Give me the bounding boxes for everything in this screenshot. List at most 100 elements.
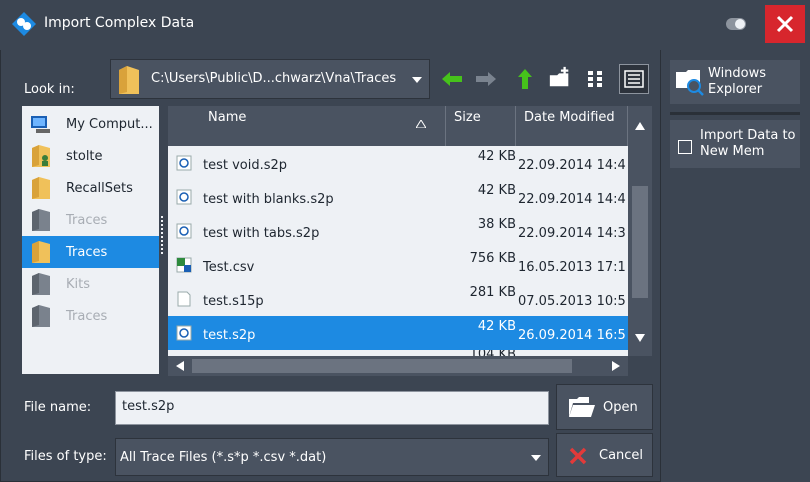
cancel-icon bbox=[569, 447, 587, 465]
forward-arrow-icon[interactable] bbox=[474, 67, 498, 91]
close-button[interactable] bbox=[765, 5, 805, 43]
column-size[interactable]: Size bbox=[446, 106, 516, 146]
cancel-button[interactable]: Cancel bbox=[556, 433, 653, 477]
file-name: test void.s2p bbox=[203, 158, 288, 173]
explorer-search-icon bbox=[676, 70, 704, 96]
splitter-handle[interactable] bbox=[160, 216, 164, 256]
place-label: Traces bbox=[66, 212, 108, 228]
place-item[interactable]: Traces bbox=[22, 300, 159, 332]
place-label: My Comput... bbox=[66, 116, 153, 132]
look-in-path: C:\Users\Public\D...chwarz\Vna\Traces bbox=[151, 71, 397, 86]
sort-ascending-icon bbox=[416, 120, 426, 128]
file-date: 07.05.2013 10:5 bbox=[518, 294, 626, 309]
open-folder-icon bbox=[569, 397, 595, 417]
file-row[interactable]: test.s15p 281 KB 07.05.2013 10:5 bbox=[168, 282, 628, 316]
close-icon bbox=[776, 15, 794, 33]
file-row[interactable]: test with blanks.s2p 42 KB 22.09.2014 14:4 bbox=[168, 180, 628, 214]
dialog-title: Import Complex Data bbox=[44, 15, 195, 31]
file-type-select[interactable]: All Trace Files (*.s*p *.csv *.dat) bbox=[115, 438, 549, 476]
windows-explorer-label: Windows Explorer bbox=[708, 66, 767, 97]
file-name: test with blanks.s2p bbox=[203, 192, 334, 207]
horizontal-scroll-thumb[interactable] bbox=[192, 359, 572, 373]
open-button[interactable]: Open bbox=[556, 384, 653, 430]
list-header: Name Size Date Modified bbox=[168, 106, 628, 146]
column-date[interactable]: Date Modified bbox=[516, 106, 628, 146]
back-arrow-icon[interactable] bbox=[440, 67, 464, 91]
folder-icon bbox=[32, 241, 50, 263]
place-item[interactable]: My Comput... bbox=[22, 108, 159, 140]
file-name: test.s15p bbox=[203, 294, 264, 309]
file-name-input[interactable]: test.s2p bbox=[115, 391, 549, 425]
file-row[interactable]: test with tabs.s2p 38 KB 22.09.2014 14:3 bbox=[168, 214, 628, 248]
file-row[interactable]: Test.csv 756 KB 16.05.2013 17:1 bbox=[168, 248, 628, 282]
file-size: 42 KB bbox=[477, 149, 516, 164]
file-name: test with tabs.s2p bbox=[203, 226, 320, 241]
file-date: 22.09.2014 14:3 bbox=[518, 226, 626, 241]
place-label: Traces bbox=[66, 244, 108, 260]
file-size: 281 KB bbox=[469, 285, 516, 300]
cancel-label: Cancel bbox=[599, 448, 644, 463]
place-label: RecallSets bbox=[66, 180, 133, 196]
file-row[interactable]: test void.s2p 42 KB 22.09.2014 14:4 bbox=[168, 146, 628, 180]
look-in-label: Look in: bbox=[24, 82, 75, 97]
file-name: Test.csv bbox=[203, 260, 255, 275]
place-item[interactable]: RecallSets bbox=[22, 172, 159, 204]
file-size: 42 KB bbox=[477, 183, 516, 198]
file-name: test.s2p bbox=[203, 328, 256, 343]
import-to-new-mem-checkbox[interactable]: Import Data to New Mem bbox=[670, 120, 800, 168]
up-arrow-icon[interactable] bbox=[513, 67, 537, 91]
app-logo-icon bbox=[12, 12, 36, 36]
file-date: 22.09.2014 14:4 bbox=[518, 192, 626, 207]
s2p-file-icon bbox=[176, 223, 192, 239]
scroll-up-icon[interactable] bbox=[635, 122, 645, 130]
s2p-file-icon bbox=[176, 155, 192, 171]
place-label: stolte bbox=[66, 148, 103, 164]
file-size: 38 KB bbox=[477, 217, 516, 232]
toggle-icon[interactable] bbox=[726, 18, 746, 30]
list-view-icon[interactable] bbox=[585, 67, 609, 91]
column-name[interactable]: Name bbox=[168, 106, 446, 146]
s2p-file-icon bbox=[176, 325, 192, 341]
file-type-label: Files of type: bbox=[24, 449, 107, 464]
scroll-down-icon[interactable] bbox=[635, 334, 645, 342]
file-date: 16.05.2013 17:1 bbox=[518, 260, 626, 275]
folder-icon bbox=[32, 209, 50, 231]
folder-icon bbox=[32, 177, 50, 199]
file-name-label: File name: bbox=[24, 400, 92, 415]
horizontal-scrollbar[interactable] bbox=[168, 356, 628, 376]
place-label: Traces bbox=[66, 308, 108, 324]
file-date: 22.09.2014 14:4 bbox=[518, 158, 626, 173]
vertical-scroll-thumb[interactable] bbox=[632, 186, 648, 298]
windows-explorer-button[interactable]: Windows Explorer bbox=[670, 60, 800, 104]
file-list: Name Size Date Modified test void.s2p 42 … bbox=[168, 106, 652, 376]
blank-file-icon bbox=[177, 291, 191, 307]
detail-view-icon bbox=[624, 70, 644, 88]
checkbox-box[interactable] bbox=[678, 140, 692, 154]
chevron-down-icon bbox=[531, 455, 541, 461]
open-label: Open bbox=[603, 400, 638, 415]
computer-icon bbox=[31, 116, 50, 133]
place-item[interactable]: Kits bbox=[22, 268, 159, 300]
vertical-scrollbar[interactable] bbox=[628, 106, 652, 356]
file-size: 756 KB bbox=[469, 251, 516, 266]
new-folder-icon[interactable] bbox=[548, 66, 572, 90]
file-row[interactable]: test.s2p 42 KB 26.09.2014 16:5 bbox=[168, 316, 628, 350]
place-item[interactable]: Traces bbox=[22, 236, 159, 268]
file-date: 26.09.2014 16:5 bbox=[518, 328, 626, 343]
place-item[interactable]: stolte bbox=[22, 140, 159, 172]
csv-file-icon bbox=[176, 257, 192, 273]
chevron-down-icon bbox=[412, 77, 422, 83]
file-rows: test void.s2p 42 KB 22.09.2014 14:4 test wi… bbox=[168, 146, 628, 356]
scroll-corner bbox=[628, 356, 652, 376]
scroll-left-icon[interactable] bbox=[176, 361, 184, 371]
file-size: 42 KB bbox=[477, 319, 516, 334]
s2p-file-icon bbox=[176, 189, 192, 205]
scroll-right-icon[interactable] bbox=[612, 361, 620, 371]
file-type-value: All Trace Files (*.s*p *.csv *.dat) bbox=[120, 450, 327, 465]
detail-view-button[interactable] bbox=[619, 64, 649, 94]
look-in-combo[interactable]: C:\Users\Public\D...chwarz\Vna\Traces bbox=[110, 59, 430, 99]
place-item[interactable]: Traces bbox=[22, 204, 159, 236]
user-folder-icon bbox=[32, 145, 50, 167]
import-new-mem-label: Import Data to New Mem bbox=[700, 128, 796, 159]
folder-icon bbox=[32, 273, 50, 295]
